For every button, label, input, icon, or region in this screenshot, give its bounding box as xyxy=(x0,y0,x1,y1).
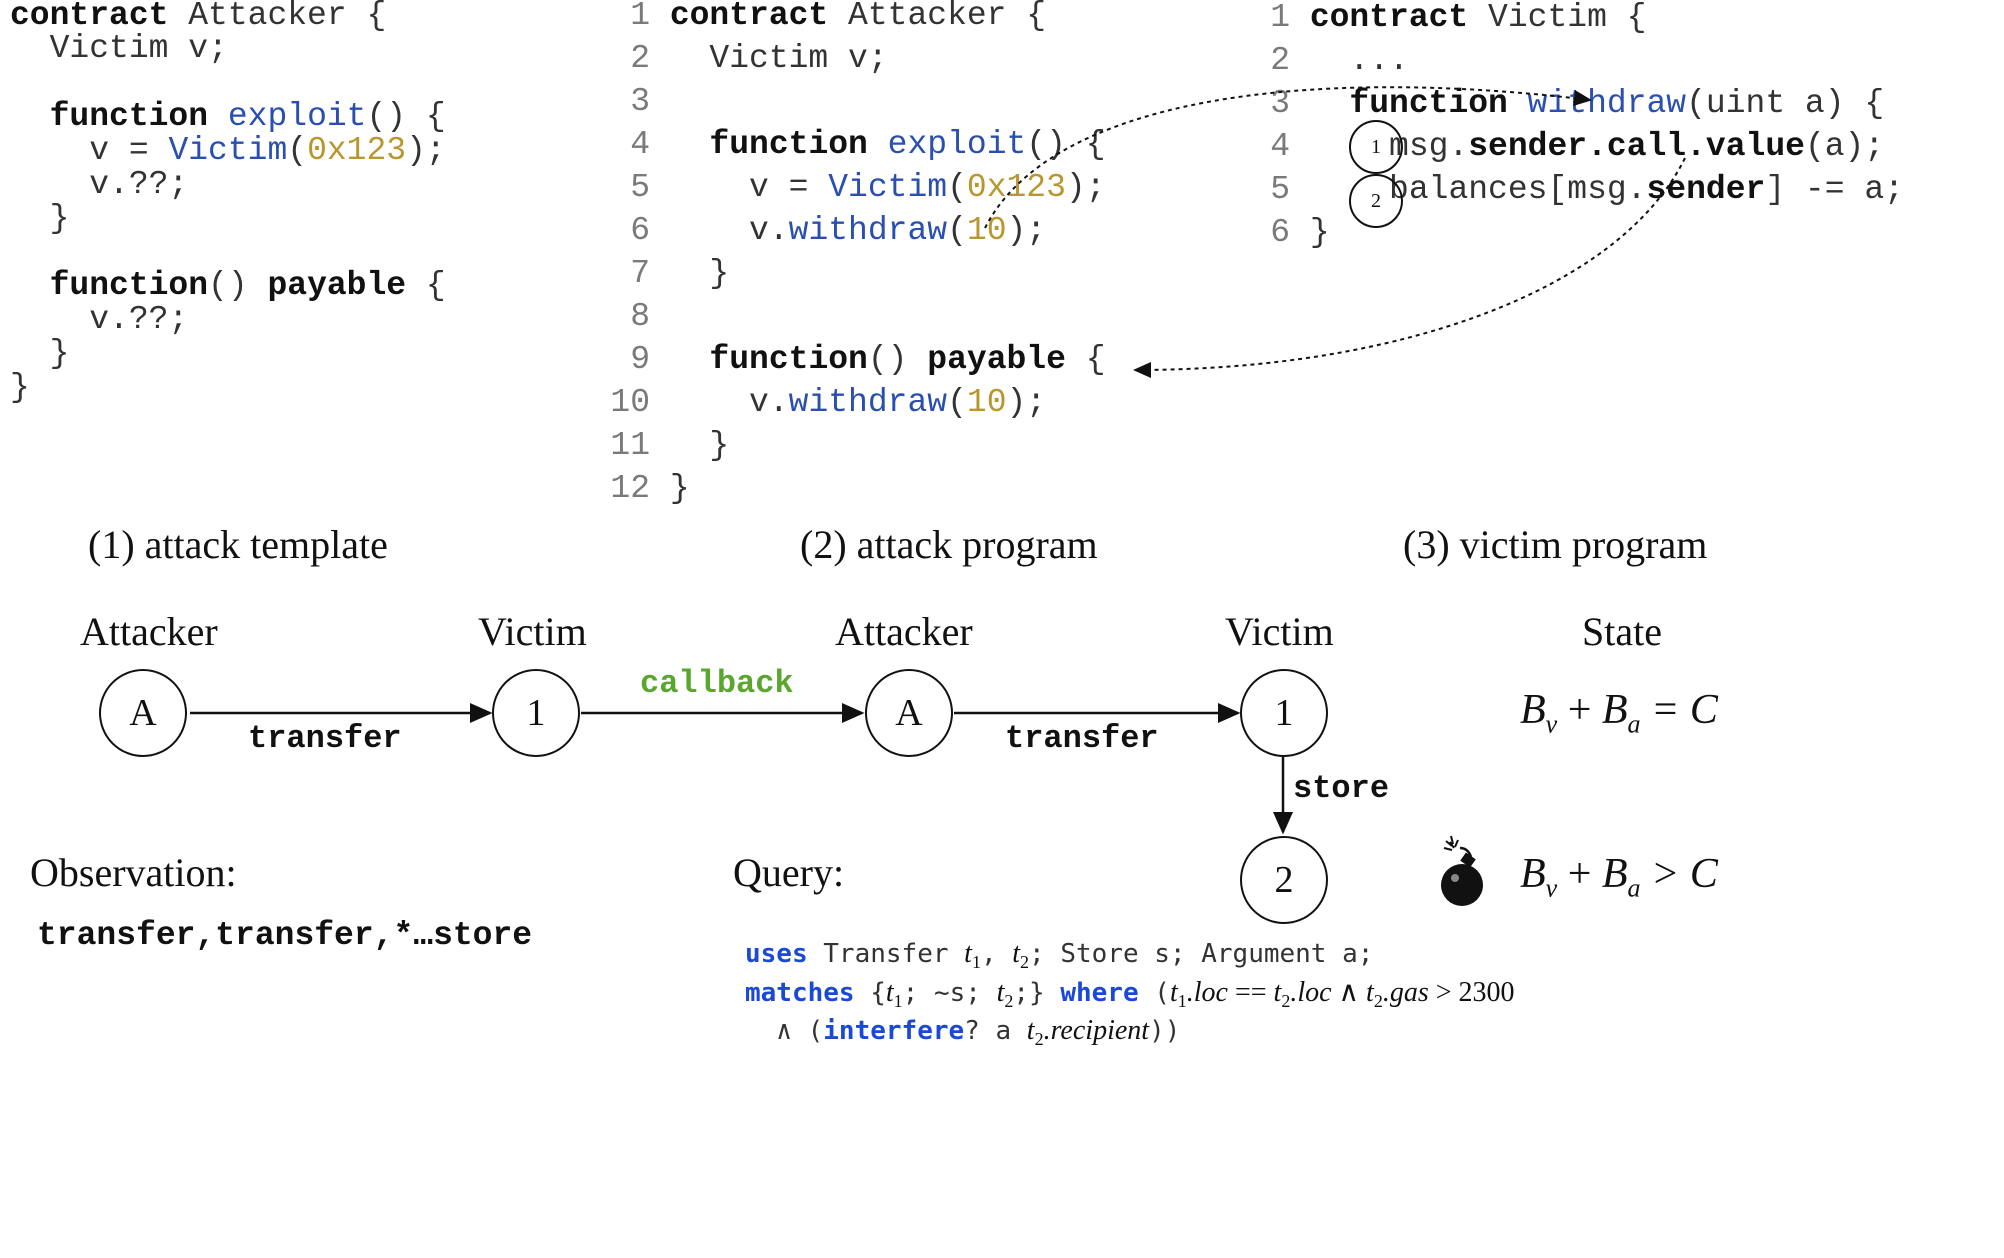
trace-label-attacker-1: Attacker xyxy=(80,609,218,654)
figure: contract Attacker { Victim v; function e… xyxy=(0,0,2004,1049)
trace-label-state: State xyxy=(1582,609,1662,654)
transfer-label-1: transfer xyxy=(248,720,402,757)
trace-node-attacker-1: A xyxy=(99,669,187,757)
trace-node-store: 2 xyxy=(1240,836,1328,924)
trace-label-attacker-2: Attacker xyxy=(835,609,973,654)
trace-node-victim-1: 1 xyxy=(492,669,580,757)
store-label: store xyxy=(1293,770,1390,807)
trace-label-victim-2: Victim xyxy=(1225,609,1334,654)
query-label: Query: xyxy=(733,850,845,895)
withdraw-call-arrow xyxy=(984,86,1592,229)
trace-node-victim-2: 1 xyxy=(1240,669,1328,757)
observation-label: Observation: xyxy=(30,850,237,895)
trace-node-attacker-2: A xyxy=(865,669,953,757)
state-invariant-formula: Bv + Ba = C xyxy=(1520,687,1718,739)
query-line-3: ∧ (interfere? a t2.recipient)) xyxy=(745,1015,1181,1049)
observation-value: transfer,transfer,*…store xyxy=(37,917,533,954)
trace-label-victim-1: Victim xyxy=(478,609,587,654)
state-violation-formula: Bv + Ba > C xyxy=(1520,851,1718,903)
transfer-label-2: transfer xyxy=(1005,720,1159,757)
callback-label: callback xyxy=(640,665,794,702)
callback-arrow xyxy=(1133,157,1686,378)
